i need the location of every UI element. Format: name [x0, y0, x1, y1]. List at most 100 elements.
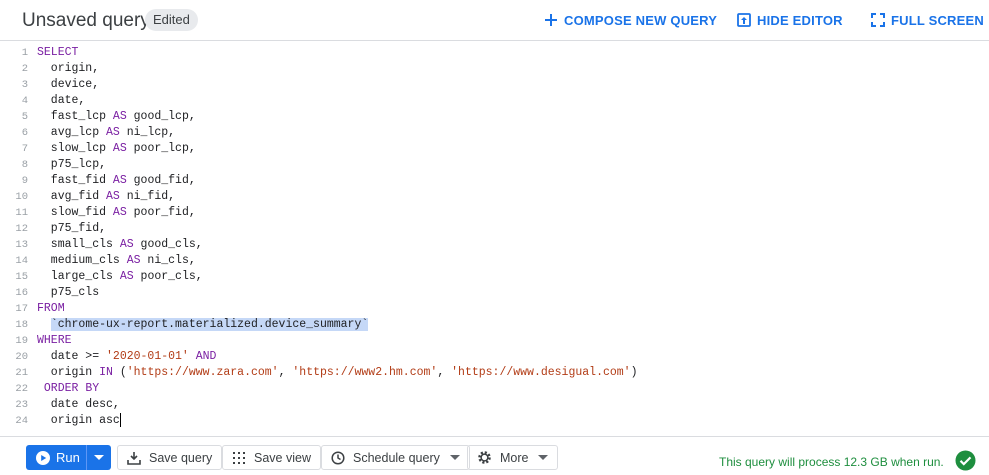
code-token: ) [630, 366, 638, 379]
check-circle-icon [955, 450, 976, 471]
code-line[interactable]: 2 origin, [0, 61, 989, 77]
code-text: medium_cls AS ni_cls, [37, 253, 196, 269]
code-token: large_cls [37, 270, 120, 283]
query-toolbar: Run Save query Save view Schedule query … [0, 436, 989, 475]
line-number: 15 [15, 271, 28, 283]
run-label: Run [56, 450, 80, 465]
code-token: fast_lcp [37, 110, 113, 123]
code-line[interactable]: 22 ORDER BY [0, 381, 989, 397]
line-number: 10 [15, 191, 28, 203]
code-token: origin, [37, 62, 100, 75]
code-text: slow_lcp AS poor_lcp, [37, 141, 196, 157]
code-line[interactable]: 3 device, [0, 77, 989, 93]
code-line[interactable]: 14 medium_cls AS ni_cls, [0, 253, 989, 269]
line-number: 7 [21, 143, 28, 155]
text-cursor [119, 413, 121, 427]
code-line[interactable]: 8 p75_lcp, [0, 157, 989, 173]
code-text: date >= '2020-01-01' AND [37, 349, 217, 365]
code-token: small_cls [37, 238, 120, 251]
code-text: FROM [37, 301, 65, 317]
code-line[interactable]: 19 WHERE [0, 333, 989, 349]
code-token: ni_fid, [119, 190, 176, 203]
save-query-button[interactable]: Save query [117, 445, 223, 470]
line-number: 24 [15, 415, 28, 427]
code-text: p75_fid, [37, 221, 106, 237]
code-text: p75_cls [37, 285, 99, 301]
code-line[interactable]: 12 p75_fid, [0, 221, 989, 237]
code-line[interactable]: 20 date >= '2020-01-01' AND [0, 349, 989, 365]
code-line[interactable]: 17 FROM [0, 301, 989, 317]
code-line[interactable]: 13 small_cls AS good_cls, [0, 237, 989, 253]
code-token: 'https://www2.hm.com' [292, 366, 438, 379]
code-token: slow_lcp [37, 142, 113, 155]
code-line[interactable]: 23 date desc, [0, 397, 989, 413]
code-token: ni_cls, [140, 254, 196, 267]
code-token: device, [37, 78, 100, 91]
save-view-button[interactable]: Save view [222, 445, 321, 470]
more-label: More [500, 450, 529, 465]
code-line[interactable]: 21 origin IN ('https://www.zara.com', 'h… [0, 365, 989, 381]
code-line[interactable]: 6 avg_lcp AS ni_lcp, [0, 125, 989, 141]
line-number: 1 [21, 47, 28, 59]
code-line[interactable]: 7 slow_lcp AS poor_lcp, [0, 141, 989, 157]
code-token: slow_fid [37, 206, 113, 219]
code-line[interactable]: 1 SELECT [0, 45, 989, 61]
code-line[interactable]: 18 `chrome-ux-report.materialized.device… [0, 317, 989, 333]
code-text: avg_lcp AS ni_lcp, [37, 125, 175, 141]
line-number: 21 [15, 367, 28, 379]
code-line[interactable]: 4 date, [0, 93, 989, 109]
line-number: 11 [15, 207, 28, 219]
compose-new-query-button[interactable]: COMPOSE NEW QUERY [544, 11, 717, 29]
code-token: origin [37, 366, 100, 379]
line-number: 19 [15, 335, 28, 347]
code-text: avg_fid AS ni_fid, [37, 189, 175, 205]
code-token: AS [112, 174, 127, 187]
more-button[interactable]: More [467, 445, 559, 470]
code-token: poor_lcp, [126, 142, 196, 155]
code-text: fast_lcp AS good_lcp, [37, 109, 196, 125]
code-token: date >= [37, 350, 107, 363]
code-text: origin, [37, 61, 99, 77]
run-main[interactable]: Run [26, 445, 86, 470]
line-number: 18 [15, 319, 28, 331]
hide-editor-button[interactable]: HIDE EDITOR [737, 11, 843, 29]
full-screen-button[interactable]: FULL SCREEN [871, 11, 984, 29]
sql-editor[interactable]: 1 SELECT 2 origin, 3 device, 4 date, 5 fast_l… [0, 45, 989, 435]
code-line[interactable]: 5 fast_lcp AS good_lcp, [0, 109, 989, 125]
code-token: ( [112, 366, 127, 379]
compose-new-query-label: COMPOSE NEW QUERY [564, 12, 718, 28]
code-token: AS [106, 190, 120, 203]
query-header: Unsaved query Edited COMPOSE NEW QUERY H… [0, 0, 989, 41]
code-line[interactable]: 10 avg_fid AS ni_fid, [0, 189, 989, 205]
line-number: 6 [21, 127, 28, 139]
code-token: ORDER BY [43, 382, 100, 395]
save-query-label: Save query [149, 450, 213, 465]
code-token: 'https://www.desigual.com' [451, 366, 631, 379]
full-screen-icon [871, 13, 885, 27]
view-grid-icon [233, 451, 245, 464]
clock-icon [331, 450, 345, 465]
code-line[interactable]: 16 p75_cls [0, 285, 989, 301]
code-line[interactable]: 9 fast_fid AS good_fid, [0, 173, 989, 189]
code-token: avg_fid [37, 190, 107, 203]
code-line[interactable]: 24 origin asc [0, 413, 989, 429]
code-line[interactable]: 15 large_cls AS poor_cls, [0, 269, 989, 285]
code-token: poor_fid, [126, 206, 196, 219]
play-icon [36, 450, 50, 465]
code-token: 'https://www.zara.com' [126, 366, 279, 379]
run-button[interactable]: Run [26, 445, 111, 470]
query-title: Unsaved query [22, 10, 150, 31]
code-text: fast_fid AS good_fid, [37, 173, 196, 189]
code-text: p75_lcp, [37, 157, 106, 173]
line-number: 2 [21, 63, 28, 75]
code-token: good_fid, [126, 174, 196, 187]
run-options-dropdown[interactable] [87, 445, 111, 470]
line-number: 22 [15, 383, 28, 395]
code-line[interactable]: 11 slow_fid AS poor_fid, [0, 205, 989, 221]
line-number: 4 [21, 95, 28, 107]
line-number: 13 [15, 239, 28, 251]
schedule-query-button[interactable]: Schedule query [321, 445, 470, 470]
code-text: device, [37, 77, 99, 93]
